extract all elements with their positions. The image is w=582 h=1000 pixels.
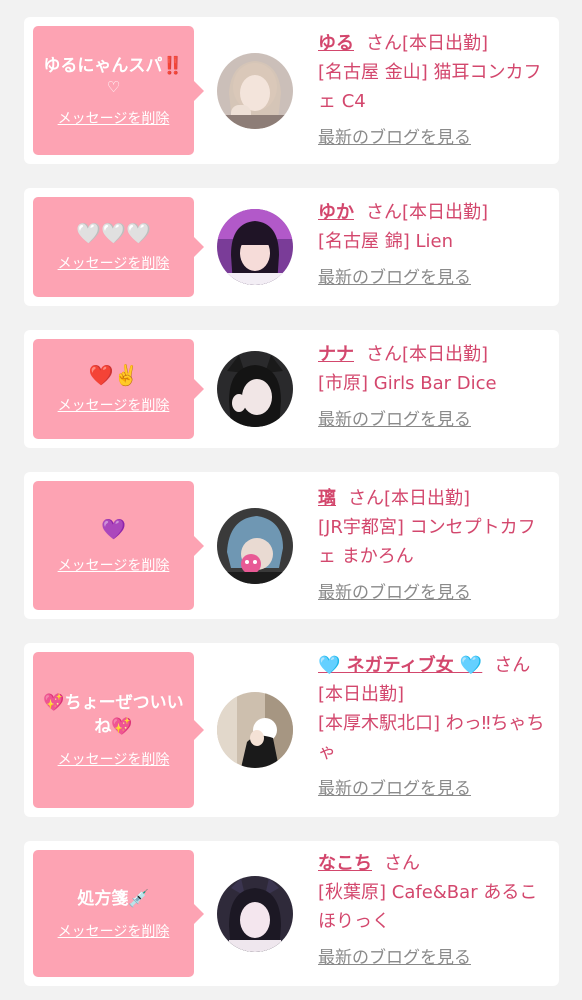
honorific: さん — [384, 853, 420, 874]
profile-info: ゆる さん[本日出勤] [名古屋 金山] 猫耳コンカフェ C4 最新のブログを見る — [318, 29, 547, 153]
cast-name-link[interactable]: なこち — [318, 853, 372, 874]
cast-name-link[interactable]: 璃 — [318, 488, 336, 509]
status-label: [本日出勤] — [318, 684, 405, 705]
message-text: ❤️✌️ — [88, 363, 139, 387]
delete-message-button[interactable]: メッセージを削除 — [58, 108, 170, 128]
shop-info: [本厚木駅北口] わっ‼ちゃちゃ — [318, 713, 545, 763]
status-label: [本日出勤] — [402, 344, 489, 365]
message-bubble: 💜 メッセージを削除 — [33, 481, 204, 610]
shop-info: [市原] Girls Bar Dice — [318, 373, 497, 394]
profile-info: 璃さん[本日出勤] [JR宇都宮] コンセプトカフェ まかろん 最新のブログを見… — [318, 484, 547, 608]
message-text: 💜 — [101, 516, 126, 541]
message-text: 処方箋💉 — [77, 888, 150, 909]
latest-blog-link[interactable]: 最新のブログを見る — [318, 775, 471, 804]
profile-info: ナナ さん[本日出勤] [市原] Girls Bar Dice 最新のブログを見る — [318, 340, 547, 435]
avatar[interactable] — [217, 209, 293, 285]
message-card: 処方箋💉 メッセージを削除 なこち さん [秋葉原] Cafe&Bar あるこほり… — [24, 841, 559, 986]
cast-name-link[interactable]: ナナ — [318, 344, 354, 365]
avatar[interactable] — [217, 508, 293, 584]
latest-blog-link[interactable]: 最新のブログを見る — [318, 124, 471, 153]
message-bubble: 💖ちょーぜついいね💖 メッセージを削除 — [33, 652, 204, 808]
honorific: さん — [348, 488, 384, 509]
message-bubble: 処方箋💉 メッセージを削除 — [33, 850, 204, 977]
status-label: [本日出勤] — [384, 488, 471, 509]
avatar[interactable] — [217, 876, 293, 952]
avatar[interactable] — [217, 692, 293, 768]
profile-info: ゆか さん[本日出勤] [名古屋 錦] Lien 最新のブログを見る — [318, 198, 547, 293]
delete-message-button[interactable]: メッセージを削除 — [58, 921, 170, 941]
delete-message-button[interactable]: メッセージを削除 — [58, 749, 170, 769]
message-subtext: ♡ — [106, 77, 121, 96]
message-text: ゆるにゃんスパ‼️ — [43, 55, 184, 76]
avatar[interactable] — [217, 351, 293, 427]
honorific: さん — [366, 344, 402, 365]
message-card: 💜 メッセージを削除 璃さん[本日出勤] [JR宇都宮] コンセプトカフェ まか… — [24, 472, 559, 619]
message-list: ゆるにゃんスパ‼️ ♡ メッセージを削除 ゆる さん[本日出勤] [名古屋 金山]… — [0, 0, 582, 1000]
cast-name-link[interactable]: 🩵 ネガティブ女 🩵 — [318, 655, 482, 676]
message-card: 🤍🤍🤍 メッセージを削除 ゆか さん[本日出勤] [名古屋 錦] Lien 最新の… — [24, 188, 559, 306]
message-card: 💖ちょーぜついいね💖 メッセージを削除 🩵 ネガティブ女 🩵 さん [本日出勤] … — [24, 643, 559, 817]
latest-blog-link[interactable]: 最新のブログを見る — [318, 944, 471, 973]
message-text: 💖ちょーぜついいね💖 — [43, 693, 184, 737]
message-bubble: ❤️✌️ メッセージを削除 — [33, 339, 204, 439]
delete-message-button[interactable]: メッセージを削除 — [58, 555, 170, 575]
status-label: [本日出勤] — [402, 33, 489, 54]
message-text: 🤍🤍🤍 — [76, 221, 151, 245]
delete-message-button[interactable]: メッセージを削除 — [58, 253, 170, 273]
cast-name-link[interactable]: ゆか — [318, 202, 354, 223]
shop-info: [名古屋 金山] 猫耳コンカフェ C4 — [318, 62, 542, 112]
message-card: ❤️✌️ メッセージを削除 ナナ さん[本日出勤] [市原] Girls Bar … — [24, 330, 559, 448]
delete-message-button[interactable]: メッセージを削除 — [58, 395, 170, 415]
shop-info: [名古屋 錦] Lien — [318, 231, 453, 252]
honorific: さん — [494, 655, 531, 676]
avatar[interactable] — [217, 53, 293, 129]
profile-info: 🩵 ネガティブ女 🩵 さん [本日出勤] [本厚木駅北口] わっ‼ちゃちゃ 最新の… — [318, 651, 547, 804]
message-card: ゆるにゃんスパ‼️ ♡ メッセージを削除 ゆる さん[本日出勤] [名古屋 金山]… — [24, 17, 559, 164]
honorific: さん — [366, 202, 402, 223]
cast-name-link[interactable]: ゆる — [318, 33, 354, 54]
shop-info: [秋葉原] Cafe&Bar あるこほりっく — [318, 882, 538, 932]
message-bubble: 🤍🤍🤍 メッセージを削除 — [33, 197, 204, 297]
shop-info: [JR宇都宮] コンセプトカフェ まかろん — [318, 517, 536, 567]
message-bubble: ゆるにゃんスパ‼️ ♡ メッセージを削除 — [33, 26, 204, 155]
status-label: [本日出勤] — [402, 202, 489, 223]
profile-info: なこち さん [秋葉原] Cafe&Bar あるこほりっく 最新のブログを見る — [318, 849, 547, 973]
latest-blog-link[interactable]: 最新のブログを見る — [318, 264, 471, 293]
latest-blog-link[interactable]: 最新のブログを見る — [318, 579, 471, 608]
latest-blog-link[interactable]: 最新のブログを見る — [318, 406, 471, 435]
honorific: さん — [366, 33, 402, 54]
